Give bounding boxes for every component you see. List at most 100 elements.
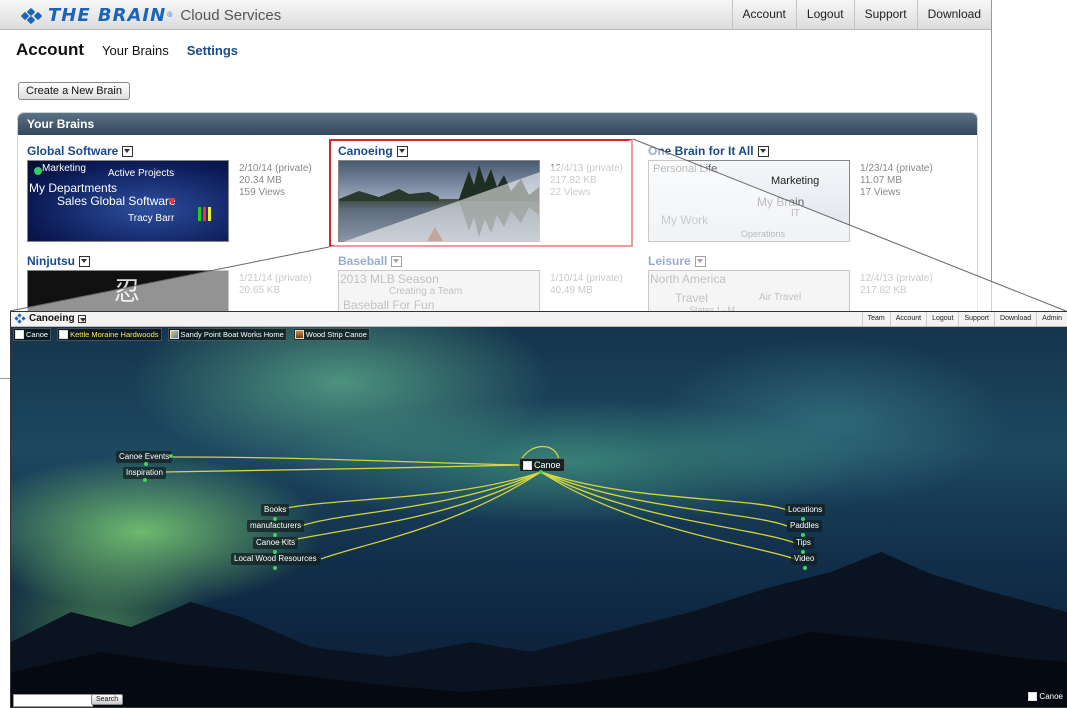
brain-card-one-brain: One Brain for It All Personal Life Marke… <box>648 144 933 242</box>
bar-chart-icon <box>198 207 212 221</box>
brain-size: 20.65 KB <box>239 285 281 296</box>
thumb-label: Marketing <box>771 175 820 187</box>
brain-title[interactable]: One Brain for It All <box>648 144 850 158</box>
tab-your-brains[interactable]: Your Brains <box>102 43 169 58</box>
brain-title[interactable]: Leisure <box>648 254 850 268</box>
brain-views: 17 Views <box>860 187 901 198</box>
thought-local-wood-resources[interactable]: Local Wood Resources <box>231 553 320 565</box>
thought-video[interactable]: Video <box>791 553 818 565</box>
brain-card-global-software: Global Software Marketing Active Project… <box>27 144 312 242</box>
gate-dot[interactable] <box>803 566 807 570</box>
thumb-label: Marketing <box>42 163 86 174</box>
thought-paddles[interactable]: Paddles <box>787 520 822 532</box>
thought-books[interactable]: Books <box>261 504 290 516</box>
gate-dot[interactable] <box>273 517 277 521</box>
brain-size: 40.49 MB <box>550 285 593 296</box>
dropdown-icon[interactable] <box>694 255 706 267</box>
brain-title[interactable]: Ninjutsu <box>27 254 229 268</box>
tab-settings[interactable]: Settings <box>187 43 238 58</box>
nav-download-link[interactable]: Download <box>916 0 991 29</box>
brain-views: 159 Views <box>239 187 285 198</box>
brain-title-text[interactable]: Global Software <box>27 144 118 158</box>
logo-subtitle: Cloud Services <box>180 7 282 24</box>
gate-dot[interactable] <box>801 533 805 537</box>
gate-dot[interactable] <box>143 478 147 482</box>
thought-links <box>164 445 796 560</box>
dropdown-icon[interactable] <box>79 255 90 267</box>
globe-icon <box>34 167 42 175</box>
brain-thumbnail[interactable]: Personal Life Marketing My Brain IT My W… <box>648 160 850 242</box>
thumb-label: Travel <box>675 291 708 305</box>
dropdown-icon[interactable] <box>757 145 769 157</box>
top-bar: THE BRAIN ® Cloud Services Account Logou… <box>0 0 991 30</box>
brain-date: 1/10/14 (private) <box>550 273 623 284</box>
gate-dot[interactable] <box>539 470 543 474</box>
gate-dot[interactable] <box>801 517 805 521</box>
thought-canoe-events[interactable]: Canoe Events <box>116 451 173 463</box>
gate-dot[interactable] <box>273 533 277 537</box>
brain-title[interactable]: Global Software <box>27 144 229 158</box>
dropdown-icon[interactable] <box>122 145 134 157</box>
thumb-label: Air Travel <box>759 292 802 303</box>
thought-icon <box>523 460 532 470</box>
corner-label: Canoe <box>1039 692 1063 701</box>
logo-text: THE BRAIN <box>48 5 167 26</box>
tab-account[interactable]: Account <box>16 40 84 60</box>
gate-dot[interactable] <box>144 462 148 466</box>
brain-title-text[interactable]: Baseball <box>338 254 387 268</box>
brain-logo-icon <box>20 7 44 24</box>
logo-registered: ® <box>167 12 173 19</box>
gate-dot[interactable] <box>273 566 277 570</box>
brain-title-text[interactable]: Ninjutsu <box>27 254 75 268</box>
thumb-label: Tracy Barr <box>128 213 175 224</box>
thumb-label: Sales Global Software <box>57 194 176 208</box>
selected-brain-highlight <box>329 139 633 247</box>
create-new-brain-button[interactable]: Create a New Brain <box>18 82 130 100</box>
brain-date: 2/10/14 (private) <box>239 163 312 174</box>
thumb-label: My Brain <box>757 195 805 209</box>
active-thought-label[interactable]: Canoe <box>534 460 561 470</box>
thebrain-logo[interactable]: THE BRAIN ® Cloud Services <box>20 5 282 26</box>
gate-dot[interactable] <box>801 550 805 554</box>
nav-logout-link[interactable]: Logout <box>795 0 854 29</box>
thought-locations[interactable]: Locations <box>785 504 826 516</box>
thumb-label: Baseball For Fun <box>343 298 435 312</box>
brain-meta: 2/10/14 (private) 20.34 MB 159 Views <box>239 163 312 199</box>
thought-canoe-kits[interactable]: Canoe Kits <box>253 537 299 549</box>
gate-dot[interactable] <box>273 550 277 554</box>
brain-title-text[interactable]: One Brain for It All <box>648 144 754 158</box>
brain-size: 217.82 KB <box>860 285 907 296</box>
thumb-label: Active Projects <box>108 168 175 179</box>
thought-icon <box>1028 692 1038 701</box>
nav-support-link[interactable]: Support <box>853 0 917 29</box>
search-button[interactable]: Search <box>91 694 124 705</box>
nav-account-link[interactable]: Account <box>731 0 796 29</box>
brain-title-text[interactable]: Leisure <box>648 254 691 268</box>
brain-meta: 1/10/14 (private) 40.49 MB <box>550 273 623 297</box>
thought-manufacturers[interactable]: manufacturers <box>247 520 305 532</box>
dropdown-icon[interactable] <box>391 255 403 267</box>
brain-title[interactable]: Baseball <box>338 254 540 268</box>
thumb-label: My Work <box>661 213 709 227</box>
brain-date: 1/23/14 (private) <box>860 163 933 174</box>
search-input[interactable] <box>13 694 93 707</box>
brain-date: 12/4/13 (private) <box>860 273 933 284</box>
thumb-label: Creating a Team <box>389 286 463 297</box>
thumb-label: 2013 MLB Season <box>340 272 439 286</box>
gate-dot[interactable] <box>169 454 173 458</box>
brain-meta: 1/23/14 (private) 11.07 MB 17 Views <box>860 163 933 199</box>
thumb-label: Personal Life <box>653 163 718 175</box>
thumb-label: IT <box>791 208 800 219</box>
heart-icon: ♥ <box>168 193 176 208</box>
thumb-label: North America <box>650 272 727 286</box>
sub-nav: Account Your Brains Settings <box>16 40 238 60</box>
thought-tips[interactable]: Tips <box>793 537 814 549</box>
top-nav: Account Logout Support Download <box>731 0 991 29</box>
brain-meta: 1/21/14 (private) 20.65 KB <box>239 273 312 297</box>
panel-title: Your Brains <box>18 113 977 135</box>
brain-size: 11.07 MB <box>860 175 903 186</box>
thumb-label: Operations <box>741 229 786 239</box>
brain-date: 1/21/14 (private) <box>239 273 312 284</box>
ninja-glyph-icon: 忍 <box>114 277 141 307</box>
brain-thumbnail[interactable]: Marketing Active Projects My Departments… <box>27 160 229 242</box>
